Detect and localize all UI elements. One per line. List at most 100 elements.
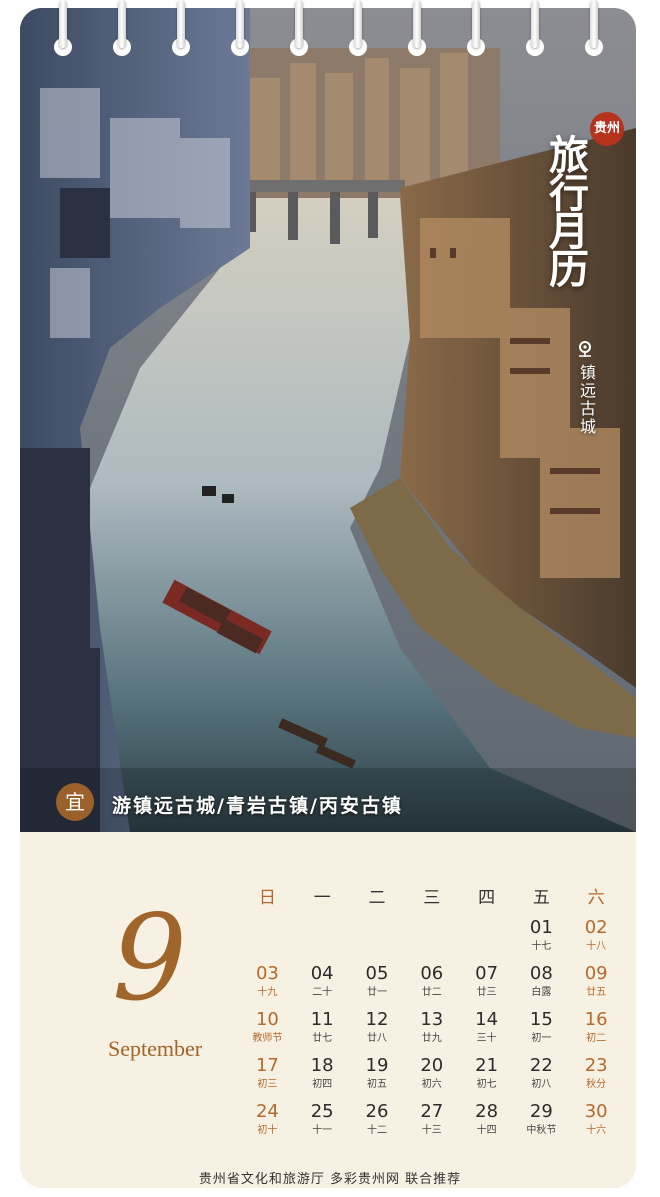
- day-number: 12: [365, 1009, 389, 1030]
- weekday-sun: 日: [258, 888, 276, 908]
- calendar-day-cell: 26 十二: [350, 1100, 405, 1146]
- guizhou-badge: 贵州: [590, 112, 624, 146]
- weekday-sat: 六: [587, 888, 605, 908]
- calendar-week-row: 03 十九 04 二十 05 廿一 06 廿二 07 廿三 08 白露 09 廿五: [240, 962, 624, 1008]
- lunar-date: 三十: [476, 1033, 497, 1044]
- lunar-date: 初十: [257, 1125, 278, 1136]
- footer-credits: 贵州省文化和旅游厅 多彩贵州网 联合推荐: [198, 1172, 462, 1187]
- weekday-header: 日 一 二 三 四 五 六: [240, 880, 624, 916]
- calendar-day-cell: 14 三十: [459, 1008, 514, 1054]
- lunar-date: 初二: [586, 1033, 607, 1044]
- travel-calendar-title: 旅行月历: [542, 134, 589, 286]
- place-name: 镇远古城: [577, 364, 596, 436]
- day-number: 19: [365, 1055, 389, 1076]
- lunar-date: 廿七: [312, 1033, 333, 1044]
- day-number: 14: [475, 1009, 499, 1030]
- calendar-week-row: 01 十七 02 十八: [240, 916, 624, 962]
- calendar-week-row: 10 教师节 11 廿七 12 廿八 13 廿九 14 三十 15 初一 16 初二: [240, 1008, 624, 1054]
- lunar-date: 十二: [366, 1125, 387, 1136]
- location-pin-icon: [579, 341, 591, 357]
- day-number: 01: [529, 917, 553, 938]
- day-number: 22: [529, 1055, 553, 1076]
- calendar-day-cell: 17 初三: [240, 1054, 295, 1100]
- calendar-day-cell: 27 十三: [404, 1100, 459, 1146]
- day-number: 30: [584, 1101, 608, 1122]
- lunar-date: 十九: [257, 987, 278, 998]
- day-number: 29: [529, 1101, 553, 1122]
- yi-badge: 宜: [56, 783, 94, 821]
- day-number: 18: [310, 1055, 334, 1076]
- calendar-day-cell: 11 廿七: [295, 1008, 350, 1054]
- lunar-date: 十四: [476, 1125, 497, 1136]
- day-number: 02: [584, 917, 608, 938]
- calendar-day-cell: 24 初十: [240, 1100, 295, 1146]
- calendar-day-cell: 28 十四: [459, 1100, 514, 1146]
- calendar-day-cell: 30 十六: [569, 1100, 624, 1146]
- calendar-day-cell: 29 中秋节: [514, 1100, 569, 1146]
- calendar-card: 贵州 旅行月历 镇远古城 宜 游镇远古城/青岩古镇/丙安古镇 9 Septemb…: [20, 8, 636, 1188]
- lunar-date: 初六: [421, 1079, 442, 1090]
- lunar-date: 初三: [257, 1079, 278, 1090]
- lunar-date: 廿五: [586, 987, 607, 998]
- calendar-day-cell: 05 廿一: [350, 962, 405, 1008]
- day-number: 15: [529, 1009, 553, 1030]
- day-number: 23: [584, 1055, 608, 1076]
- calendar-day-cell: 01 十七: [514, 916, 569, 962]
- calendar-day-cell: 03 十九: [240, 962, 295, 1008]
- calendar-day-cell: 20 初六: [404, 1054, 459, 1100]
- title-block: 贵州 旅行月历 镇远古城: [520, 112, 630, 472]
- lunar-date: 十六: [586, 1125, 607, 1136]
- calendar-day-cell: 08 白露: [514, 962, 569, 1008]
- calendar-day-cell: 23 秋分: [569, 1054, 624, 1100]
- suggested-activities: 游镇远古城/青岩古镇/丙安古镇: [112, 795, 403, 817]
- lunar-date: 十八: [586, 941, 607, 952]
- calendar-day-cell: [295, 916, 350, 962]
- lunar-date: 十一: [312, 1125, 333, 1136]
- calendar-day-cell: 07 廿三: [459, 962, 514, 1008]
- lunar-date: 十三: [421, 1125, 442, 1136]
- day-number: 20: [420, 1055, 444, 1076]
- calendar-day-cell: 22 初八: [514, 1054, 569, 1100]
- calendar-day-cell: [350, 916, 405, 962]
- calendar-day-cell: 04 二十: [295, 962, 350, 1008]
- day-number: 05: [365, 963, 389, 984]
- month-name: September: [107, 1036, 203, 1061]
- lunar-date: 十七: [531, 941, 552, 952]
- calendar-day-cell: 13 廿九: [404, 1008, 459, 1054]
- lunar-date: 廿九: [421, 1033, 442, 1044]
- lunar-date: 初七: [476, 1079, 497, 1090]
- calendar-day-cell: 25 十一: [295, 1100, 350, 1146]
- lunar-date: 白露: [531, 987, 552, 998]
- day-number: 03: [255, 963, 279, 984]
- month-number: 9: [112, 889, 188, 1027]
- lunar-date: 教师节: [252, 1033, 283, 1044]
- lunar-date: 初一: [531, 1033, 552, 1044]
- weekday-thu: 四: [478, 888, 496, 908]
- day-number: 27: [420, 1101, 444, 1122]
- calendar-day-cell: 09 廿五: [569, 962, 624, 1008]
- calendar-day-cell: 12 廿八: [350, 1008, 405, 1054]
- day-number: 21: [475, 1055, 499, 1076]
- calendar-week-row: 17 初三 18 初四 19 初五 20 初六 21 初七 22 初八 23 秋分: [240, 1054, 624, 1100]
- weekday-fri: 五: [532, 888, 550, 908]
- calendar-day-cell: 15 初一: [514, 1008, 569, 1054]
- calendar-day-cell: 16 初二: [569, 1008, 624, 1054]
- calendar-weeks: 01 十七 02 十八 03 十九 04 二十 05 廿一 06 廿二 07 廿三 08 白露 09 廿五 10 教师…: [240, 916, 624, 1146]
- calendar-day-cell: [459, 916, 514, 962]
- calendar-day-cell: 02 十八: [569, 916, 624, 962]
- day-number: 17: [255, 1055, 279, 1076]
- calendar-day-cell: [404, 916, 459, 962]
- lunar-date: 二十: [312, 987, 333, 998]
- day-number: 24: [255, 1101, 279, 1122]
- lunar-date: 廿二: [421, 987, 442, 998]
- lunar-date: 初五: [366, 1079, 387, 1090]
- lunar-date: 秋分: [586, 1079, 607, 1090]
- day-number: 10: [255, 1009, 279, 1030]
- day-number: 25: [310, 1101, 334, 1122]
- lunar-date: 廿一: [366, 987, 387, 998]
- day-number: 04: [310, 963, 334, 984]
- zhenyuan-ancient-town-photo: 贵州 旅行月历 镇远古城: [20, 8, 636, 832]
- day-number: 09: [584, 963, 608, 984]
- day-number: 06: [420, 963, 444, 984]
- lunar-date: 初八: [531, 1079, 552, 1090]
